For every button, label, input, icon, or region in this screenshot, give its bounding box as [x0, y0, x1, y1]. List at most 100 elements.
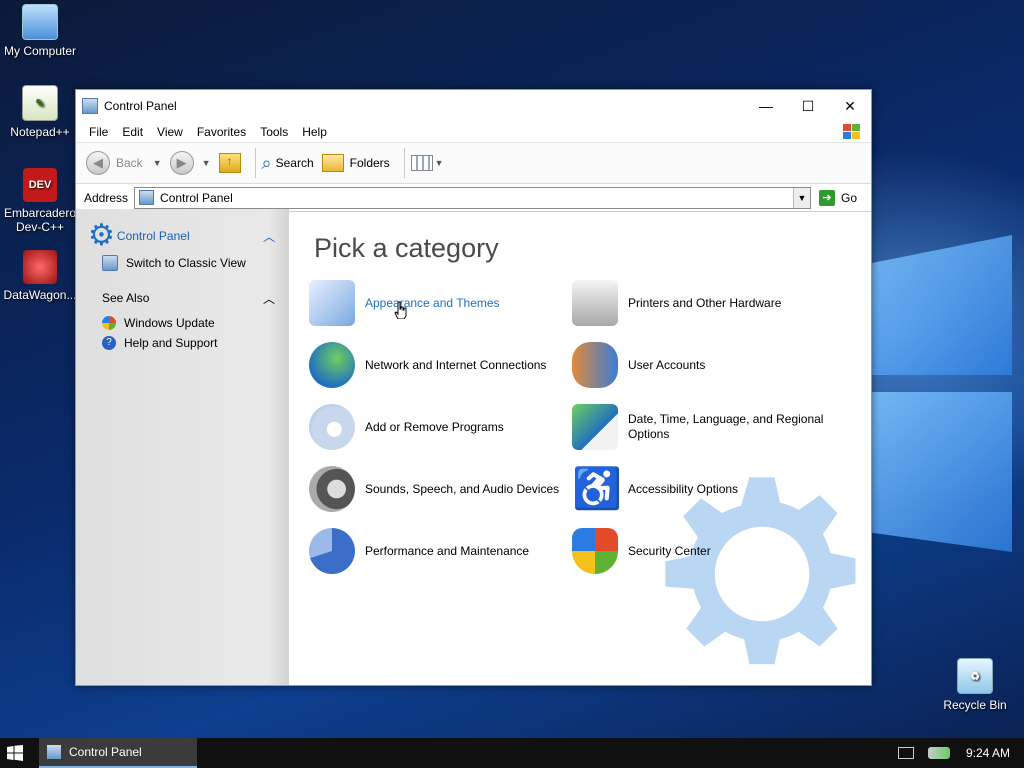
computer-icon — [22, 4, 58, 40]
security-shield-icon — [572, 528, 618, 574]
control-panel-icon — [47, 745, 61, 759]
minimize-button[interactable]: — — [745, 90, 787, 122]
address-input[interactable]: Control Panel ▼ — [134, 186, 811, 209]
category-printers-hardware[interactable]: Printers and Other Hardware — [572, 280, 832, 326]
hand-cursor-icon — [394, 301, 407, 319]
category-appearance-themes[interactable]: Appearance and Themes — [309, 280, 569, 326]
title-bar[interactable]: Control Panel — ☐ ✕ — [76, 90, 871, 122]
category-security-center[interactable]: Security Center — [572, 528, 832, 574]
windows-start-icon — [7, 745, 23, 761]
folders-icon — [321, 154, 344, 172]
pie-chart-icon — [309, 528, 355, 574]
desktop-icon-label: Notepad++ — [10, 125, 70, 139]
category-user-accounts[interactable]: User Accounts — [572, 342, 832, 388]
clock[interactable]: 9:24 AM — [966, 746, 1010, 760]
page-title: Pick a category — [314, 233, 499, 263]
chevron-down-icon[interactable]: ▼ — [153, 158, 162, 168]
desktop-icon-label: My Computer — [3, 44, 77, 58]
menu-help[interactable]: Help — [295, 125, 334, 139]
chevron-down-icon[interactable]: ▼ — [202, 158, 211, 168]
desktop-icon-datawagon[interactable]: DataWagon... — [0, 250, 80, 302]
address-label: Address — [84, 190, 129, 205]
search-icon: ⌕ — [261, 152, 272, 173]
help-support-label: Help and Support — [124, 336, 218, 350]
back-arrow-icon: ◀ — [86, 151, 110, 175]
category-label: Accessibility Options — [628, 481, 739, 496]
section-title: Control Panel — [116, 229, 190, 243]
switch-classic-view-link[interactable]: Switch to Classic View — [76, 253, 289, 273]
address-value: Control Panel — [160, 190, 233, 205]
windows-update-icon — [102, 316, 116, 330]
desktop-icon-my-computer[interactable]: My Computer — [0, 4, 80, 58]
see-also-title: See Also — [102, 291, 150, 305]
category-accessibility[interactable]: ♿ Accessibility Options — [572, 466, 832, 512]
address-bar: Address Control Panel ▼ ➔ Go — [76, 184, 871, 212]
keyboard-icon[interactable] — [897, 747, 914, 759]
category-pane: Pick a category Appearance and Themes Pr… — [289, 209, 871, 685]
cd-box-icon — [309, 404, 355, 450]
menu-file[interactable]: File — [82, 125, 115, 139]
menu-bar: File Edit View Favorites Tools Help — [76, 122, 871, 143]
category-sounds-audio[interactable]: Sounds, Speech, and Audio Devices — [309, 466, 569, 512]
chevron-down-icon[interactable]: ▼ — [792, 187, 810, 208]
devcpp-icon: DEV — [23, 168, 57, 202]
chevron-up-icon[interactable]: ︿ — [263, 290, 275, 307]
search-label: Search — [275, 156, 314, 170]
start-button[interactable] — [0, 738, 30, 768]
category-add-remove-programs[interactable]: Add or Remove Programs — [309, 404, 569, 450]
views-button[interactable]: ▼ — [410, 155, 444, 171]
desktop-icon-recycle-bin[interactable]: ♻ Recycle Bin — [935, 658, 1015, 712]
windows-update-link[interactable]: Windows Update — [76, 313, 289, 333]
go-button[interactable]: ➔ Go — [818, 189, 857, 206]
folders-button[interactable]: Folders — [321, 154, 390, 172]
menu-favorites[interactable]: Favorites — [190, 125, 253, 139]
see-also-header[interactable]: See Also ︿ — [76, 283, 289, 313]
category-label: Sounds, Speech, and Audio Devices — [365, 481, 560, 496]
maximize-button[interactable]: ☐ — [787, 90, 829, 122]
category-date-time-language[interactable]: Date, Time, Language, and Regional Optio… — [572, 404, 832, 450]
notepad-icon: ✎ — [22, 85, 58, 121]
calendar-globe-icon — [572, 404, 618, 450]
control-panel-icon — [82, 98, 98, 114]
desktop-icon-devcpp[interactable]: DEV Embarcadero Dev-C++ — [0, 168, 80, 234]
close-button[interactable]: ✕ — [829, 90, 871, 122]
category-label: Printers and Other Hardware — [628, 295, 782, 310]
network-tray-icon[interactable] — [927, 747, 950, 759]
category-network-internet[interactable]: Network and Internet Connections — [309, 342, 569, 388]
chevron-up-icon[interactable]: ︿ — [263, 228, 275, 245]
network-globe-icon — [309, 342, 355, 388]
up-folder-button[interactable]: ↑ — [218, 153, 241, 173]
search-button[interactable]: ⌕ Search — [262, 153, 314, 174]
desktop-icon-notepad[interactable]: ✎ Notepad++ — [0, 85, 80, 139]
views-icon — [410, 155, 433, 171]
toolbar-separator — [403, 148, 405, 178]
control-panel-icon — [102, 255, 118, 271]
category-label: Network and Internet Connections — [365, 357, 547, 372]
speaker-icon — [309, 466, 355, 512]
wallpaper-pane-top — [872, 235, 1012, 375]
help-support-link[interactable]: ? Help and Support — [76, 333, 289, 353]
menu-tools[interactable]: Tools — [253, 125, 295, 139]
back-button[interactable]: ◀ Back ▼ — [86, 151, 162, 175]
taskbar-item-control-panel[interactable]: Control Panel — [39, 738, 197, 768]
taskbar-item-label: Control Panel — [69, 745, 142, 759]
system-tray: 9:24 AM — [897, 738, 1010, 768]
help-icon: ? — [102, 336, 116, 350]
back-label: Back — [116, 156, 143, 170]
task-pane: ⚙ Control Panel ︿ Switch to Classic View… — [76, 209, 289, 685]
control-panel-section-header[interactable]: ⚙ Control Panel ︿ — [76, 219, 289, 253]
control-panel-window: Control Panel — ☐ ✕ File Edit View Favor… — [75, 89, 872, 686]
category-label: Date, Time, Language, and Regional Optio… — [628, 412, 824, 441]
gear-icon: ⚙ — [88, 219, 115, 252]
wallpaper-pane-bottom — [872, 392, 1012, 552]
menu-edit[interactable]: Edit — [115, 125, 150, 139]
menu-view[interactable]: View — [150, 125, 190, 139]
accessibility-icon: ♿ — [572, 466, 622, 512]
forward-button[interactable]: ▶ ▼ — [169, 151, 211, 175]
windows-update-label: Windows Update — [124, 316, 215, 330]
chevron-down-icon[interactable]: ▼ — [435, 158, 444, 168]
up-folder-icon: ↑ — [218, 153, 241, 173]
category-performance-maintenance[interactable]: Performance and Maintenance — [309, 528, 569, 574]
printer-icon — [572, 280, 618, 326]
toolbar: ◀ Back ▼ ▶ ▼ ↑ ⌕ Search Folders ▼ — [76, 143, 871, 184]
